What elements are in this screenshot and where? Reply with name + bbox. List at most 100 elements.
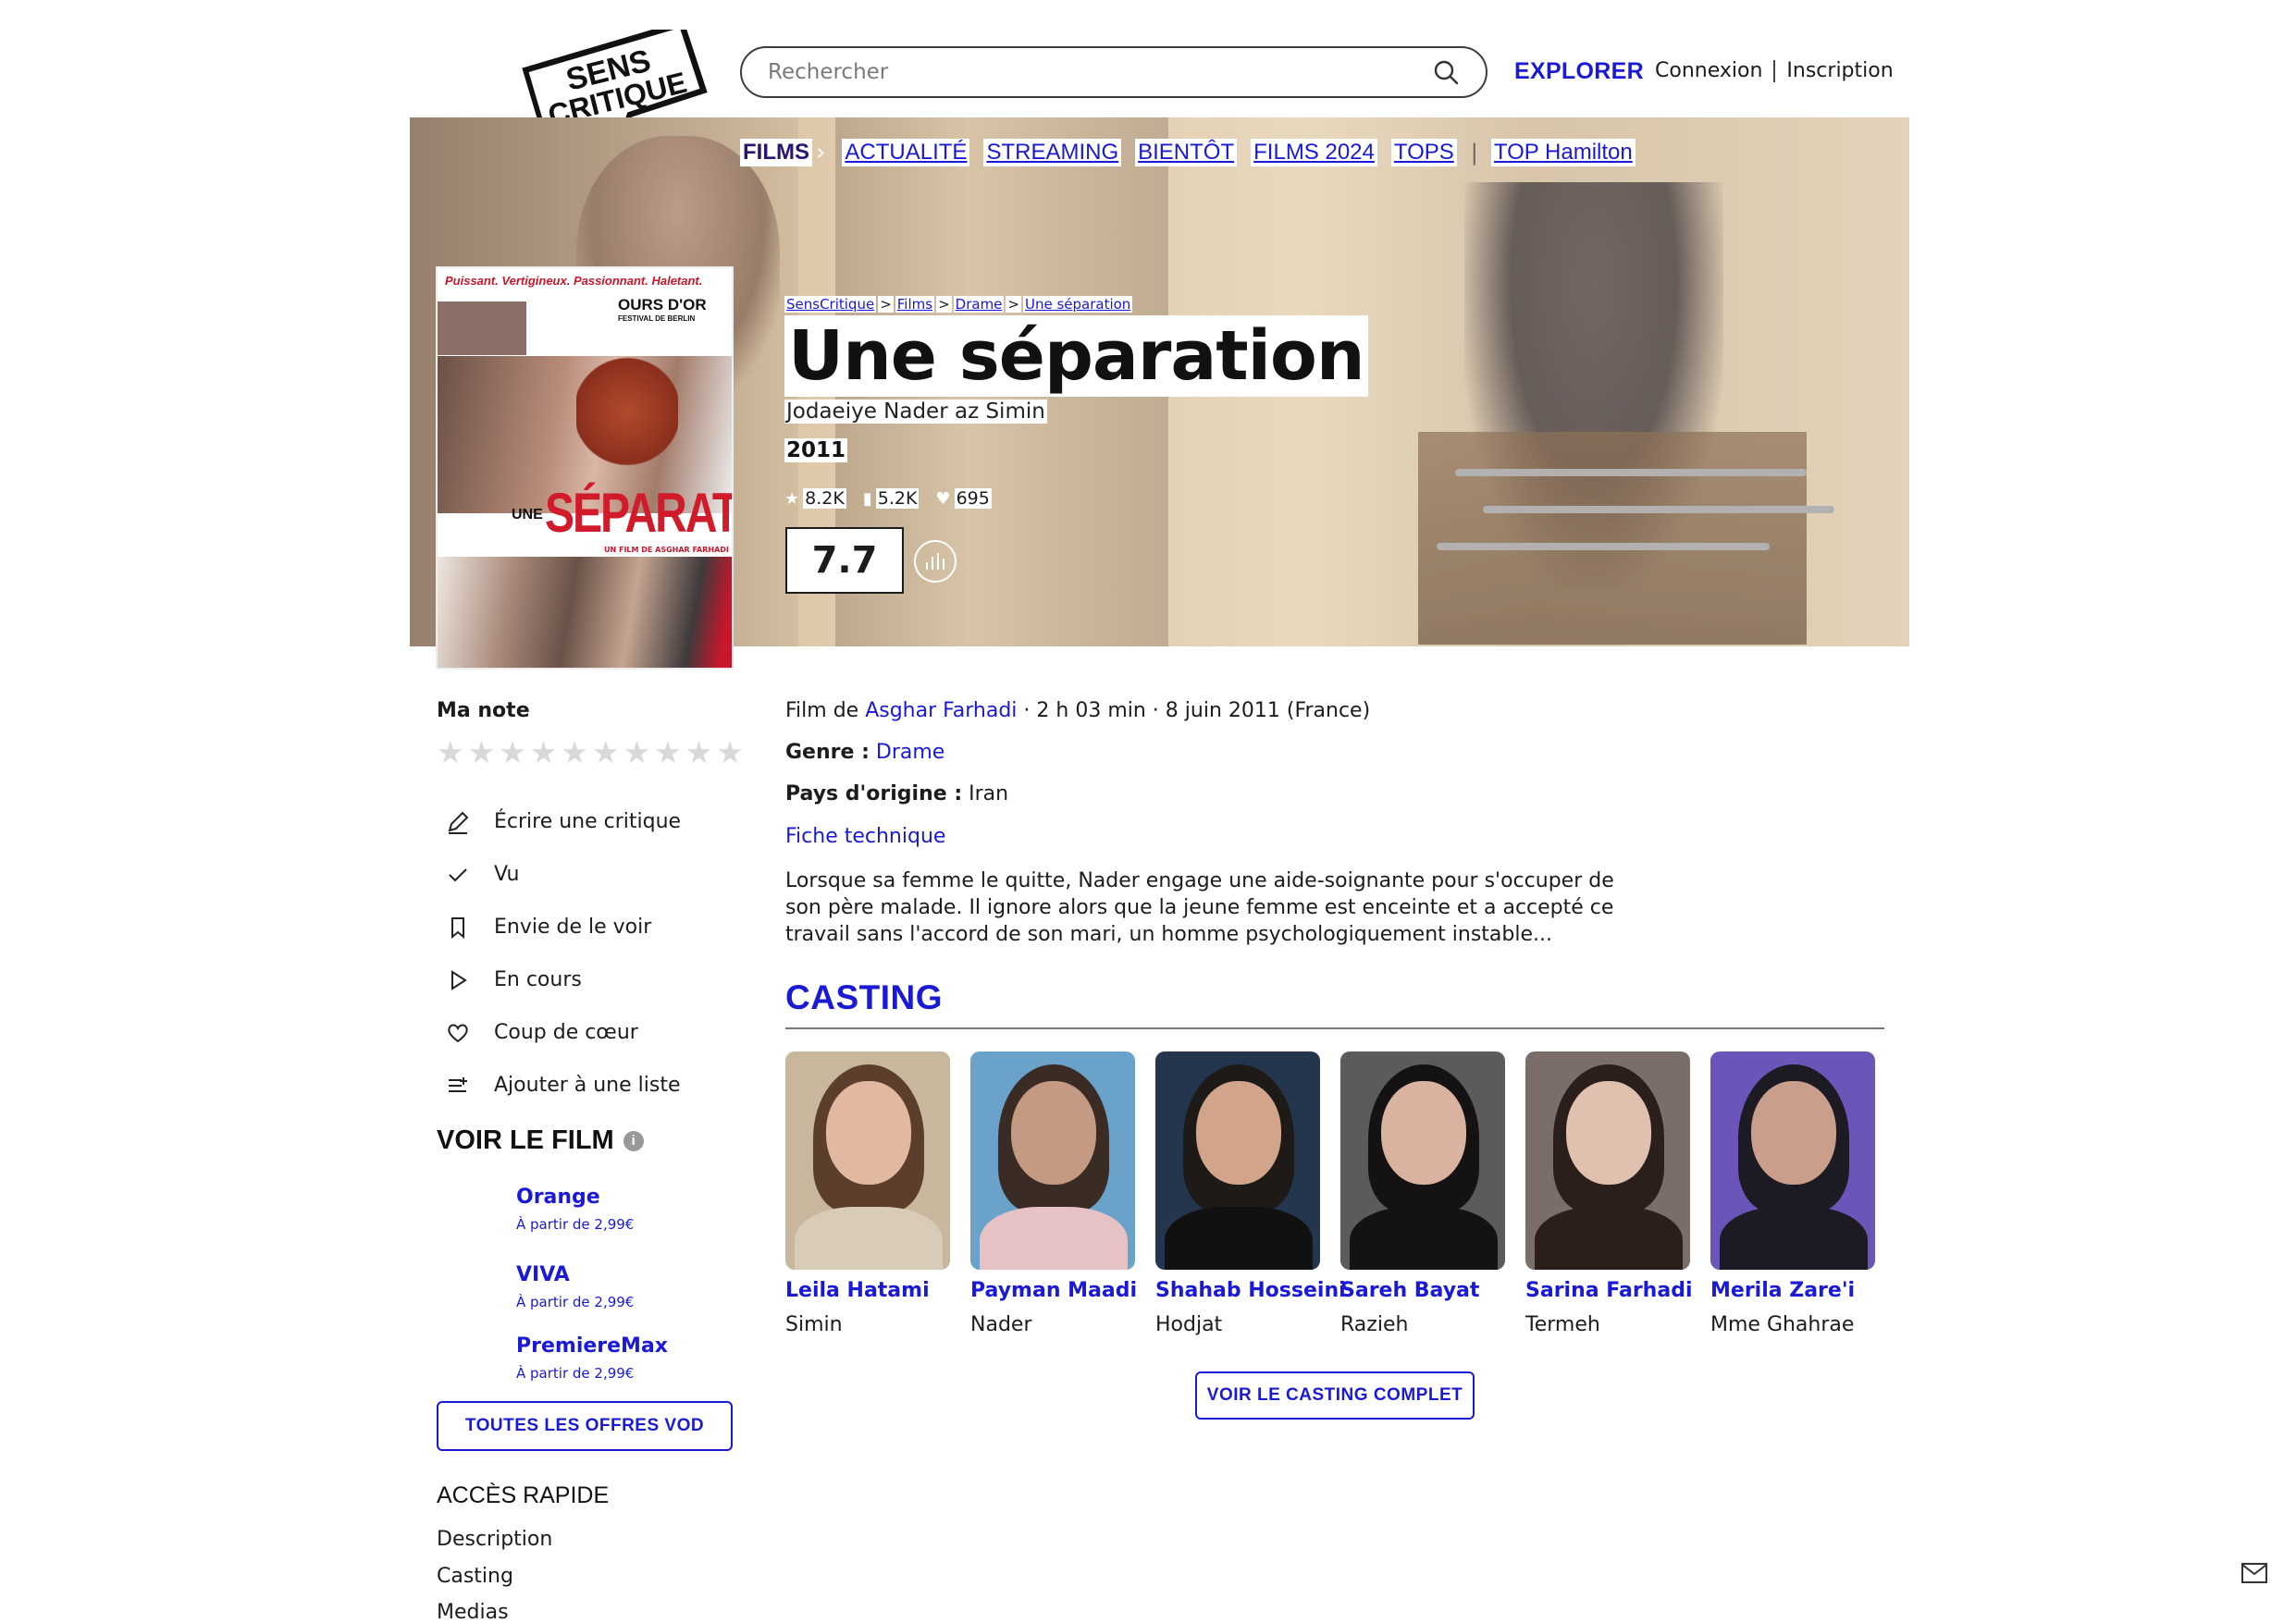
rating-stars: ★ ★ ★ ★ ★ ★ ★ ★ ★ ★ bbox=[437, 737, 744, 768]
rating-star-8[interactable]: ★ bbox=[654, 737, 682, 768]
actor-name[interactable]: Leila Hatami bbox=[785, 1279, 952, 1302]
write-review-button[interactable]: Écrire une critique bbox=[437, 795, 742, 848]
watch-film-heading: VOIR LE FILM i bbox=[437, 1125, 644, 1156]
actor-name[interactable]: Merila Zare'i bbox=[1710, 1279, 1877, 1302]
breadcrumb-senscritique[interactable]: SensCritique bbox=[784, 296, 877, 313]
mail-icon[interactable] bbox=[2241, 1563, 2267, 1583]
quick-link-medias[interactable]: Medias bbox=[437, 1601, 509, 1623]
nav-films-2024[interactable]: FILMS 2024 bbox=[1251, 139, 1377, 166]
actor-photo bbox=[785, 1051, 950, 1270]
country-line: Pays d'origine : Iran bbox=[785, 782, 1009, 805]
vod-offer-orange[interactable]: Orange À partir de 2,99€ bbox=[516, 1186, 634, 1233]
release-year: 2011 bbox=[784, 438, 848, 462]
play-icon bbox=[451, 969, 467, 990]
heart-icon: ♥ bbox=[935, 488, 951, 509]
vod-offer-viva[interactable]: VIVA À partir de 2,99€ bbox=[516, 1263, 634, 1310]
actor-name[interactable]: Sareh Bayat bbox=[1340, 1279, 1507, 1302]
nav-tops[interactable]: TOPS bbox=[1390, 139, 1457, 166]
breadcrumb-films[interactable]: Films bbox=[895, 296, 935, 313]
rating-star-2[interactable]: ★ bbox=[468, 737, 496, 768]
actor-role: Termeh bbox=[1525, 1313, 1600, 1336]
cast-card[interactable]: Shahab Hosseini Hodjat bbox=[1155, 1051, 1346, 1336]
breadcrumb-drame[interactable]: Drame bbox=[953, 296, 1005, 313]
film-stats: ★ 8.2K ▮ 5.2K ♥ 695 bbox=[784, 488, 992, 509]
actor-name[interactable]: Shahab Hosseini bbox=[1155, 1279, 1346, 1302]
info-icon[interactable]: i bbox=[623, 1130, 644, 1151]
nav-bientot[interactable]: BIENTÔT bbox=[1135, 139, 1238, 166]
wishlist-button[interactable]: Envie de le voir bbox=[437, 901, 742, 953]
search-icon[interactable] bbox=[1432, 58, 1460, 86]
poster-tagline: Puissant. Vertigineux. Passionnant. Hale… bbox=[445, 274, 703, 288]
actor-photo bbox=[1340, 1051, 1505, 1270]
poster-award: OURS D'OR FESTIVAL DE BERLIN bbox=[618, 296, 707, 323]
quick-access-heading: ACCÈS RAPIDE bbox=[437, 1482, 610, 1508]
actor-role: Mme Ghahrae bbox=[1710, 1313, 1855, 1336]
breadcrumb-current[interactable]: Une séparation bbox=[1022, 296, 1133, 313]
director-link[interactable]: Asghar Farhadi bbox=[865, 699, 1017, 722]
rating-star-4[interactable]: ★ bbox=[530, 737, 558, 768]
breadcrumb: SensCritique > Films > Drame > Une sépar… bbox=[784, 296, 1133, 313]
genre-line: Genre : Drame bbox=[785, 741, 945, 764]
cast-card[interactable]: Sareh Bayat Razieh bbox=[1340, 1051, 1507, 1336]
rating-star-7[interactable]: ★ bbox=[623, 737, 651, 768]
synopsis: Lorsque sa femme le quitte, Nader engage… bbox=[785, 869, 1614, 946]
rating-star-10[interactable]: ★ bbox=[716, 737, 744, 768]
actor-photo bbox=[1710, 1051, 1875, 1270]
login-link[interactable]: Connexion bbox=[1655, 59, 1762, 82]
quick-link-description[interactable]: Description bbox=[437, 1528, 552, 1551]
original-title: Jodaeiye Nader az Simin bbox=[784, 400, 1047, 424]
rating-star-3[interactable]: ★ bbox=[499, 737, 526, 768]
rating-star-6[interactable]: ★ bbox=[592, 737, 620, 768]
in-progress-button[interactable]: En cours bbox=[437, 953, 742, 1006]
search-input[interactable] bbox=[768, 60, 1432, 84]
list-add-icon bbox=[449, 1076, 467, 1092]
actor-name[interactable]: Sarina Farhadi bbox=[1525, 1279, 1692, 1302]
divider bbox=[785, 1027, 1884, 1029]
tech-sheet-link[interactable]: Fiche technique bbox=[785, 825, 945, 848]
quick-link-casting[interactable]: Casting bbox=[437, 1565, 513, 1588]
average-score: 7.7 bbox=[785, 527, 904, 594]
signup-link[interactable]: Inscription bbox=[1786, 59, 1893, 82]
rating-distribution-icon[interactable] bbox=[914, 540, 957, 583]
wishlist-count: ▮ 5.2K bbox=[862, 488, 920, 509]
add-to-list-button[interactable]: Ajouter à une liste bbox=[437, 1059, 742, 1112]
rating-star-9[interactable]: ★ bbox=[685, 737, 713, 768]
chevron-right-icon: › bbox=[816, 139, 826, 166]
pencil-icon bbox=[448, 811, 469, 834]
bookmark-icon: ▮ bbox=[862, 488, 872, 509]
auth-divider bbox=[1773, 59, 1776, 82]
vod-offer-premieremax[interactable]: PremiereMax À partir de 2,99€ bbox=[516, 1334, 668, 1382]
all-vod-offers-button[interactable]: TOUTES LES OFFRES VOD bbox=[437, 1401, 733, 1451]
search-bar[interactable] bbox=[740, 46, 1487, 98]
poster-director: UN FILM DE ASGHAR FARHADI bbox=[604, 546, 729, 554]
cast-card[interactable]: Merila Zare'i Mme Ghahrae bbox=[1710, 1051, 1877, 1336]
rating-star-5[interactable]: ★ bbox=[561, 737, 588, 768]
nav-actualite[interactable]: ACTUALITÉ bbox=[842, 139, 970, 166]
actor-role: Hodjat bbox=[1155, 1313, 1223, 1336]
nav-films[interactable]: FILMS bbox=[740, 139, 812, 166]
sidebar: Ma note ★ ★ ★ ★ ★ ★ ★ ★ ★ ★ Écrire une c… bbox=[437, 699, 744, 1112]
my-rating-label: Ma note bbox=[437, 699, 530, 722]
actor-role: Simin bbox=[785, 1313, 843, 1336]
cast-card[interactable]: Payman Maadi Nader bbox=[970, 1051, 1137, 1336]
seen-button[interactable]: Vu bbox=[437, 848, 742, 901]
user-actions: Écrire une critique Vu Envie de le voir … bbox=[437, 795, 742, 1112]
star-icon: ★ bbox=[784, 488, 800, 509]
genre-link[interactable]: Drame bbox=[876, 741, 944, 764]
favorites-count: ♥ 695 bbox=[935, 488, 992, 509]
cast-card[interactable]: Sarina Farhadi Termeh bbox=[1525, 1051, 1692, 1336]
actor-photo bbox=[1155, 1051, 1320, 1270]
explorer-link[interactable]: EXPLORER bbox=[1514, 58, 1644, 85]
film-poster[interactable]: Puissant. Vertigineux. Passionnant. Hale… bbox=[438, 268, 732, 668]
cast-card[interactable]: Leila Hatami Simin bbox=[785, 1051, 952, 1336]
film-credit-line: Film de Asghar Farhadi · 2 h 03 min · 8 … bbox=[785, 699, 1371, 722]
nav-top-hamilton[interactable]: TOP Hamilton bbox=[1490, 139, 1636, 166]
actor-role: Razieh bbox=[1340, 1313, 1409, 1336]
nav-streaming[interactable]: STREAMING bbox=[983, 139, 1122, 166]
full-casting-button[interactable]: VOIR LE CASTING COMPLET bbox=[1195, 1371, 1475, 1420]
favorite-button[interactable]: Coup de cœur bbox=[437, 1006, 742, 1059]
actor-name[interactable]: Payman Maadi bbox=[970, 1279, 1137, 1302]
ratings-count: ★ 8.2K bbox=[784, 488, 846, 509]
rating-star-1[interactable]: ★ bbox=[437, 737, 464, 768]
bookmark-icon bbox=[451, 916, 464, 939]
